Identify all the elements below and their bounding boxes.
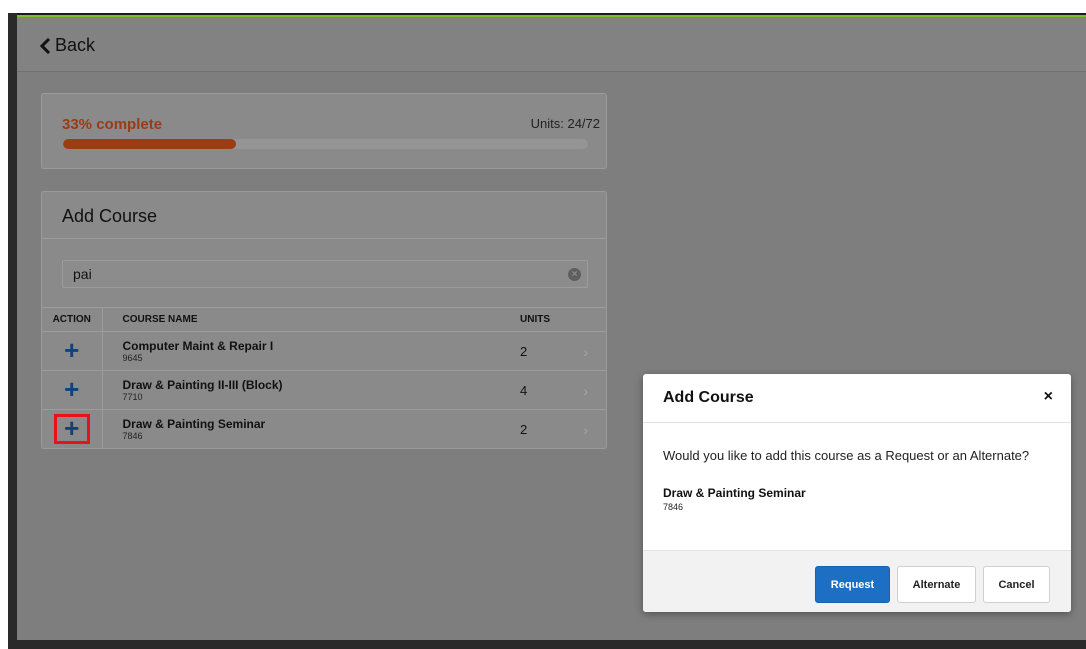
chevron-right-icon[interactable]: › — [583, 383, 588, 399]
add-course-title: Add Course — [62, 206, 158, 226]
add-course-modal: Add Course × Would you like to add this … — [643, 374, 1071, 612]
window-edge-left — [8, 13, 17, 644]
column-header-course-name: COURSE NAME — [102, 307, 500, 332]
top-bar: Back — [17, 17, 1086, 72]
divider — [42, 238, 606, 239]
clear-circle-icon[interactable]: × — [568, 268, 581, 281]
table-row: + Draw & Painting Seminar 7846 2 › — [42, 409, 606, 448]
plus-icon[interactable]: + — [54, 375, 90, 405]
progress-card: 33% complete Units: 24/72 — [41, 93, 607, 169]
table-row: + Computer Maint & Repair I 9645 2 › — [42, 331, 606, 371]
close-icon[interactable]: × — [1044, 388, 1053, 406]
column-header-action: ACTION — [42, 307, 103, 332]
course-number: 9645 — [122, 353, 143, 363]
progress-percent: 33% complete — [62, 116, 163, 133]
course-number: 7846 — [122, 431, 143, 441]
chevron-right-icon[interactable]: › — [583, 422, 588, 438]
course-name: Draw & Painting II-III (Block) — [122, 378, 283, 392]
plus-icon[interactable]: + — [54, 336, 90, 366]
course-name-cell: Draw & Painting Seminar 7846 — [102, 409, 500, 448]
action-cell: + — [42, 331, 103, 371]
modal-footer: Request Alternate Cancel — [643, 550, 1071, 612]
course-name-cell: Computer Maint & Repair I 9645 — [102, 331, 500, 371]
action-cell: + — [42, 409, 103, 448]
units-cell: 2 › — [500, 331, 606, 371]
modal-question: Would you like to add this course as a R… — [663, 448, 1030, 463]
modal-title: Add Course — [663, 389, 754, 406]
chevron-right-icon[interactable]: › — [583, 344, 588, 360]
course-name: Draw & Painting Seminar — [122, 417, 266, 431]
progress-bar — [63, 139, 588, 149]
progress-bar-fill — [63, 139, 237, 149]
units-total: Units: 24/72 — [530, 116, 600, 131]
table-row: + Draw & Painting II-III (Block) 7710 4 … — [42, 370, 606, 410]
modal-course-number: 7846 — [663, 502, 684, 512]
units-cell: 4 › — [500, 370, 606, 410]
course-number: 7710 — [122, 392, 143, 402]
modal-course-name: Draw & Painting Seminar — [663, 486, 806, 500]
divider — [643, 422, 1071, 423]
course-units: 2 — [520, 421, 528, 437]
course-search: × — [62, 260, 588, 288]
table-header-row: ACTION COURSE NAME UNITS — [42, 307, 606, 332]
chevron-left-icon — [39, 37, 51, 54]
course-name: Computer Maint & Repair I — [122, 339, 274, 353]
alternate-button[interactable]: Alternate — [897, 566, 976, 603]
course-units: 4 — [520, 382, 528, 398]
back-button[interactable]: Back — [39, 35, 95, 56]
add-course-card: Add Course × ACTION COURSE NAME UNITS + … — [41, 191, 607, 449]
request-button[interactable]: Request — [815, 566, 890, 603]
action-cell: + — [42, 370, 103, 410]
course-table: ACTION COURSE NAME UNITS + Computer Main… — [42, 307, 606, 448]
search-input[interactable] — [63, 261, 587, 287]
course-units: 2 — [520, 343, 528, 359]
course-name-cell: Draw & Painting II-III (Block) 7710 — [102, 370, 500, 410]
units-cell: 2 › — [500, 409, 606, 448]
window-edge-bottom — [8, 640, 1086, 649]
column-header-units: UNITS — [500, 307, 606, 332]
cancel-button[interactable]: Cancel — [983, 566, 1050, 603]
back-label: Back — [55, 35, 96, 55]
plus-icon[interactable]: + — [53, 414, 90, 444]
